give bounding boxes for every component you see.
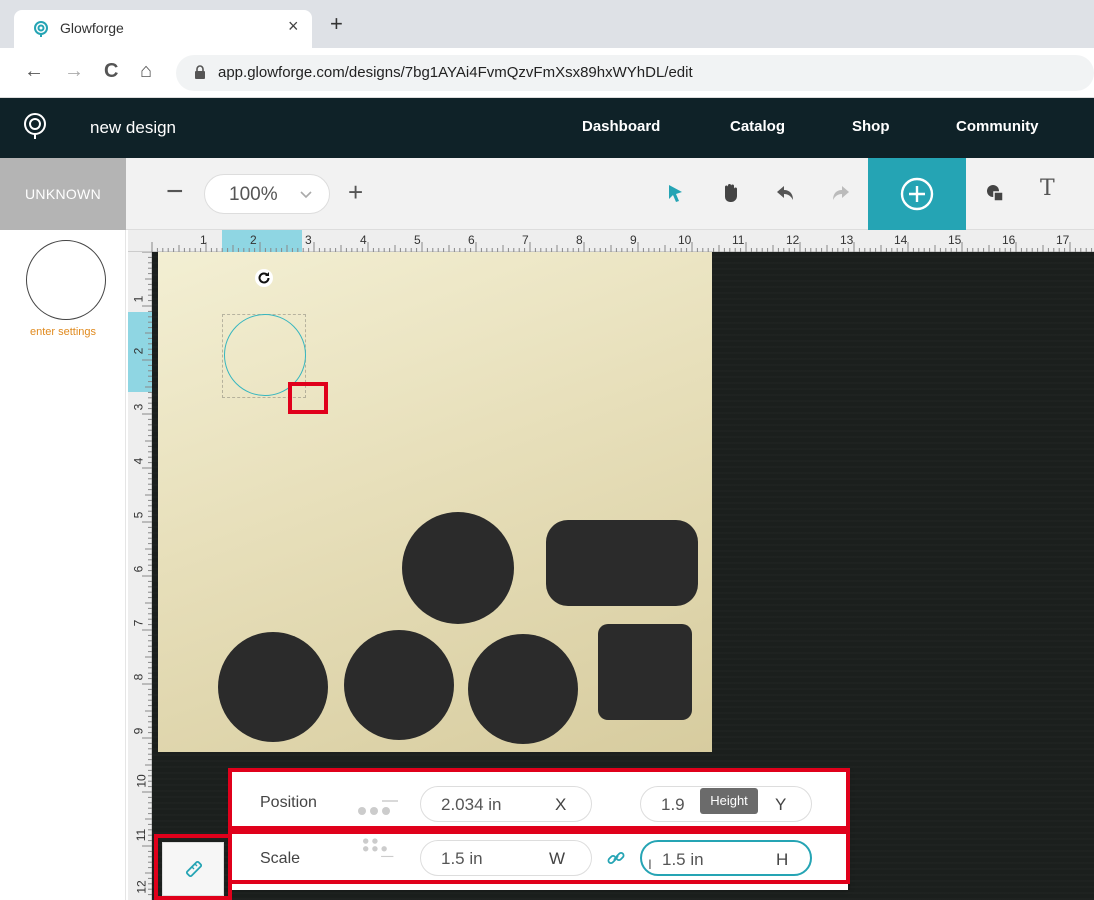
forward-icon[interactable]: → bbox=[64, 60, 84, 83]
tab-title: Glowforge bbox=[60, 20, 124, 36]
lock-icon bbox=[195, 65, 205, 79]
ruler-left-label: 3 bbox=[131, 403, 146, 411]
cut-circle bbox=[218, 632, 328, 742]
ruler-top-label: 2 bbox=[250, 233, 257, 247]
nav-community[interactable]: Community bbox=[956, 118, 1039, 135]
browser-address-bar: ← → C ⌂ app.glowforge.com/designs/7bg1AY… bbox=[0, 48, 1094, 98]
ruler-top-label: 11 bbox=[732, 233, 745, 247]
design-thumbnail-panel: enter settings bbox=[0, 230, 126, 900]
scale-row-highlight bbox=[228, 830, 850, 884]
ruler-left-label: 12 bbox=[134, 880, 149, 894]
ruler-top-label: 15 bbox=[948, 233, 962, 247]
resize-handle-highlight[interactable] bbox=[288, 382, 328, 414]
cut-circle bbox=[468, 634, 578, 744]
enter-settings-link[interactable]: enter settings bbox=[0, 326, 126, 338]
ruler-top-label: 7 bbox=[522, 233, 529, 247]
ruler-left-label: 6 bbox=[131, 565, 146, 573]
glowforge-favicon-icon bbox=[34, 21, 48, 37]
chevron-down-icon bbox=[300, 191, 312, 199]
shapes-icon[interactable] bbox=[984, 182, 1006, 204]
zoom-out-button[interactable]: − bbox=[166, 174, 184, 210]
cut-rounded-square bbox=[598, 624, 692, 720]
rotate-handle-icon[interactable] bbox=[254, 268, 274, 288]
browser-tab-bar: Glowforge × + bbox=[0, 0, 1094, 48]
ruler-top-label: 9 bbox=[630, 233, 637, 247]
zoom-in-button[interactable]: + bbox=[348, 174, 363, 210]
app-header: new design Dashboard Catalog Shop Commun… bbox=[0, 98, 1094, 158]
cut-circle bbox=[402, 512, 514, 624]
ruler-top-label: 13 bbox=[840, 233, 854, 247]
ruler-left-label: 11 bbox=[134, 828, 149, 842]
url-text: app.glowforge.com/designs/7bg1AYAi4FvmQz… bbox=[218, 64, 693, 81]
nav-shop[interactable]: Shop bbox=[852, 118, 890, 135]
ruler-top-label: 12 bbox=[786, 233, 800, 247]
cut-rounded-rectangle bbox=[546, 520, 698, 606]
url-bar[interactable]: app.glowforge.com/designs/7bg1AYAi4FvmQz… bbox=[176, 55, 1094, 91]
ruler-top-label: 4 bbox=[360, 233, 367, 247]
zoom-value: 100% bbox=[229, 184, 278, 205]
ruler-left-label: 10 bbox=[134, 774, 149, 788]
position-row-highlight bbox=[228, 768, 850, 830]
add-circle-icon bbox=[900, 177, 934, 211]
ruler-top-label: 3 bbox=[305, 233, 312, 247]
zoom-select[interactable]: 100% bbox=[204, 174, 330, 214]
ruler-top: 1 2 3 4 5 6 7 8 9 10 11 12 13 14 15 16 1… bbox=[128, 230, 1094, 252]
ruler-top-label: 5 bbox=[414, 233, 421, 247]
ruler-top-label: 8 bbox=[576, 233, 583, 247]
cut-circle bbox=[344, 630, 454, 740]
ruler-left-label: 8 bbox=[131, 673, 146, 681]
tab-close-icon[interactable]: × bbox=[288, 16, 299, 37]
ruler-top-label: 10 bbox=[678, 233, 692, 247]
ruler-left-label: 5 bbox=[131, 511, 146, 519]
ruler-top-label: 17 bbox=[1056, 233, 1070, 247]
ruler-left-label: 7 bbox=[131, 619, 146, 627]
glowforge-logo-icon[interactable] bbox=[22, 112, 48, 140]
ruler-top-label: 1 bbox=[200, 233, 207, 247]
back-icon[interactable]: ← bbox=[24, 60, 44, 83]
ruler-left-label: 4 bbox=[131, 457, 146, 465]
reload-icon[interactable]: C bbox=[104, 60, 118, 83]
ruler-top-label: 14 bbox=[894, 233, 908, 247]
design-toolbar: UNKNOWN − 100% + T bbox=[0, 158, 1094, 230]
browser-tab[interactable]: Glowforge × bbox=[14, 10, 312, 48]
design-thumbnail[interactable] bbox=[26, 240, 106, 320]
ruler-left-label: 1 bbox=[131, 295, 146, 303]
text-icon[interactable]: T bbox=[1040, 176, 1055, 201]
material-badge[interactable]: UNKNOWN bbox=[0, 158, 126, 230]
select-arrow-icon[interactable] bbox=[664, 182, 686, 204]
nav-catalog[interactable]: Catalog bbox=[730, 118, 785, 135]
ruler-top-label: 6 bbox=[468, 233, 475, 247]
redo-icon[interactable] bbox=[830, 182, 852, 204]
design-title[interactable]: new design bbox=[90, 118, 176, 138]
new-tab-icon[interactable]: + bbox=[330, 13, 343, 35]
ruler-left: 1 2 3 4 5 6 7 8 9 10 11 12 bbox=[128, 252, 152, 900]
ruler-left-label: 2 bbox=[131, 347, 146, 355]
home-icon[interactable]: ⌂ bbox=[140, 60, 152, 83]
add-button[interactable] bbox=[868, 158, 966, 230]
measure-button-highlight bbox=[154, 834, 232, 900]
hand-icon[interactable] bbox=[720, 182, 742, 204]
ruler-left-label: 9 bbox=[131, 727, 146, 735]
nav-dashboard[interactable]: Dashboard bbox=[582, 118, 660, 135]
ruler-top-label: 16 bbox=[1002, 233, 1016, 247]
undo-icon[interactable] bbox=[774, 182, 796, 204]
